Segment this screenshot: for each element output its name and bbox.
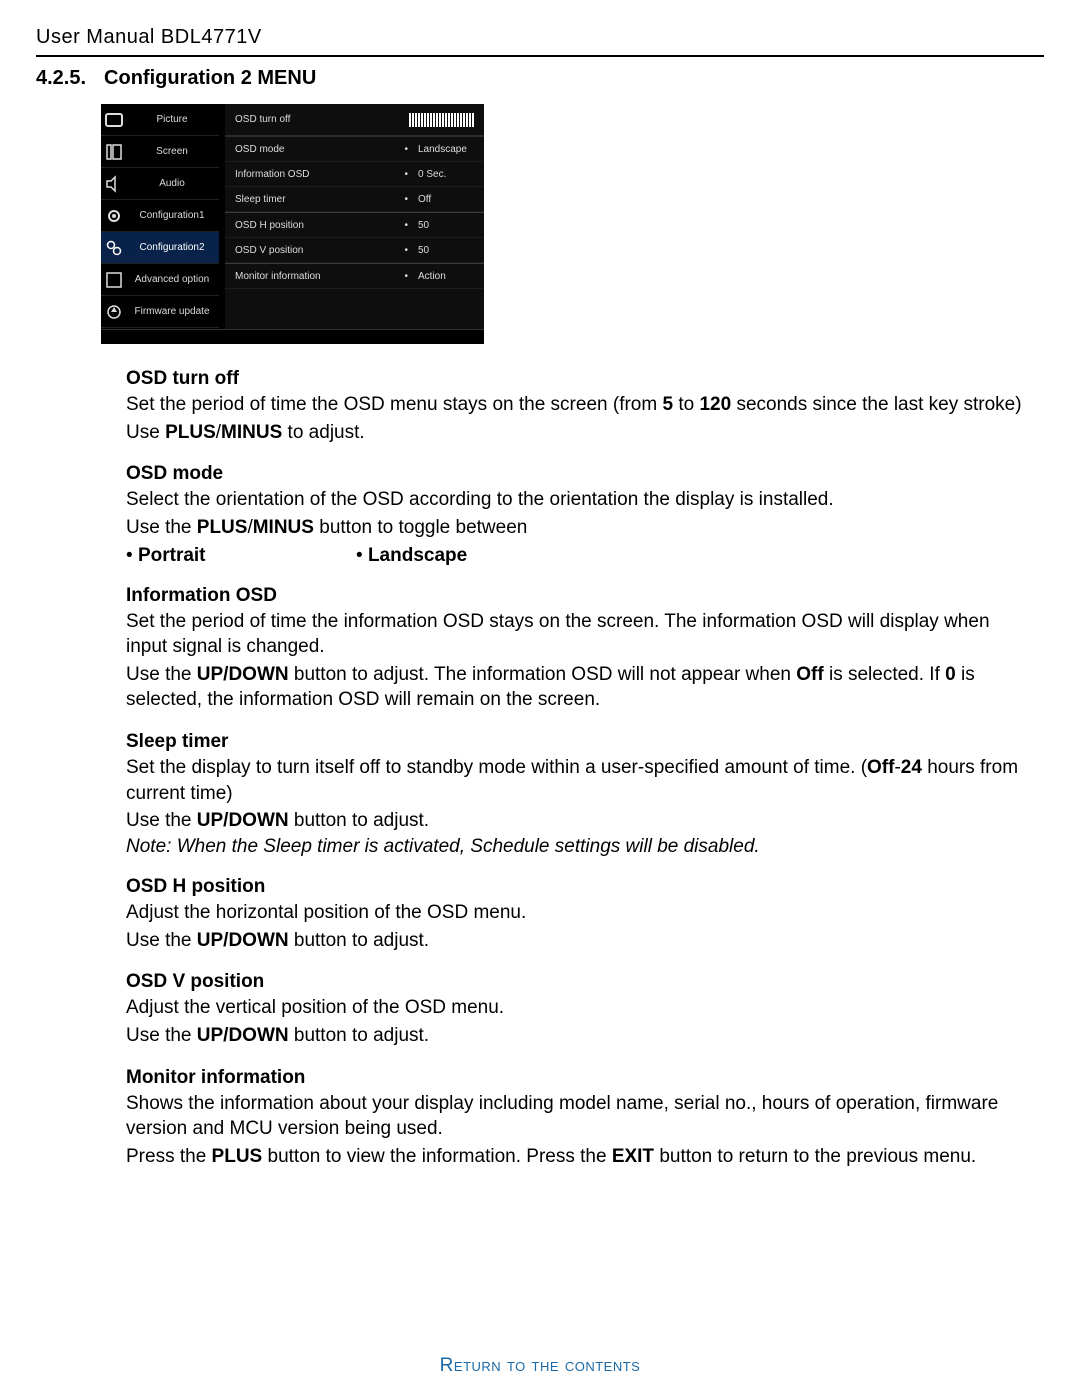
osd-row-key: Sleep timer [235, 194, 404, 205]
screen-icon [103, 141, 125, 163]
paragraph: Press the PLUS button to view the inform… [126, 1144, 1030, 1170]
bullet-icon: • [404, 169, 408, 180]
picture-icon [103, 109, 125, 131]
gears-icon [103, 237, 125, 259]
sidebar-item-label: Configuration1 [129, 210, 219, 221]
osd-footer-bar [101, 329, 484, 344]
bullet-icon: • [404, 220, 408, 231]
paragraph: Use the UP/DOWN button to adjust. [126, 1023, 1030, 1049]
paragraph: Set the period of time the information O… [126, 609, 1030, 660]
sidebar-item-screen: Screen [101, 136, 219, 168]
paragraph: Use the UP/DOWN button to adjust. The in… [126, 662, 1030, 713]
osd-row-sleep-timer: Sleep timer • Off [225, 187, 484, 212]
osd-sidebar: Picture Screen Audio [101, 104, 219, 329]
bullet-icon: • [404, 245, 408, 256]
sidebar-item-firmware: Firmware update [101, 296, 219, 328]
heading-monitor-information: Monitor information [126, 1067, 1030, 1089]
option-row: Portrait Landscape [126, 541, 1030, 567]
osd-row-value: Landscape [418, 144, 474, 155]
paragraph: Use the UP/DOWN button to adjust. [126, 928, 1030, 954]
heading-information-osd: Information OSD [126, 585, 1030, 607]
sidebar-item-audio: Audio [101, 168, 219, 200]
sidebar-item-advanced: Advanced option [101, 264, 219, 296]
osd-row-key: Monitor information [235, 271, 404, 282]
audio-icon [103, 173, 125, 195]
document-title: User Manual BDL4771V [36, 26, 1044, 49]
osd-main-panel: OSD turn off OSD mode • Landscape Inform… [225, 104, 484, 329]
paragraph: Adjust the horizontal position of the OS… [126, 900, 1030, 926]
sidebar-item-config2: Configuration2 [101, 232, 219, 264]
option-landscape: Landscape [356, 545, 586, 567]
osd-row-value: 50 [418, 220, 474, 231]
osd-row-value: 0 Sec. [418, 169, 474, 180]
section-number: 4.2.5. [36, 67, 86, 89]
sidebar-item-label: Audio [129, 178, 219, 189]
paragraph: Use PLUS/MINUS to adjust. [126, 420, 1030, 446]
page-footer: Return to the contents [0, 1355, 1080, 1377]
update-icon [103, 301, 125, 323]
paragraph: Set the display to turn itself off to st… [126, 755, 1030, 806]
paragraph: Use the UP/DOWN button to adjust. [126, 808, 1030, 834]
content-body: OSD turn off Set the period of time the … [36, 368, 1044, 1170]
sidebar-item-label: Firmware update [129, 306, 219, 317]
osd-slider [409, 113, 474, 127]
sidebar-item-label: Screen [129, 146, 219, 157]
heading-sleep-timer: Sleep timer [126, 731, 1030, 753]
osd-row-key: OSD H position [235, 220, 404, 231]
osd-header-label: OSD turn off [235, 114, 409, 125]
option-portrait: Portrait [126, 545, 356, 567]
paragraph: Use the PLUS/MINUS button to toggle betw… [126, 515, 1030, 541]
bullet-icon: • [404, 194, 408, 205]
heading-osd-mode: OSD mode [126, 463, 1030, 485]
osd-row-h-position: OSD H position • 50 [225, 212, 484, 238]
heading-osd-v-position: OSD V position [126, 971, 1030, 993]
heading-osd-h-position: OSD H position [126, 876, 1030, 898]
osd-row-value: Action [418, 271, 474, 282]
section-title-prefix: Configuration 2 [104, 67, 257, 89]
paragraph: Adjust the vertical position of the OSD … [126, 995, 1030, 1021]
section-title-menu: MENU [257, 67, 316, 89]
paragraph: Set the period of time the OSD menu stay… [126, 392, 1030, 418]
title-rule [36, 55, 1044, 57]
osd-header-row: OSD turn off [225, 104, 484, 137]
heading-osd-turn-off: OSD turn off [126, 368, 1030, 390]
osd-row-osd-mode: OSD mode • Landscape [225, 137, 484, 162]
osd-row-key: OSD V position [235, 245, 404, 256]
sidebar-item-picture: Picture [101, 104, 219, 136]
osd-row-monitor-info: Monitor information • Action [225, 263, 484, 289]
osd-row-value: Off [418, 194, 474, 205]
sidebar-item-label: Picture [129, 114, 219, 125]
paragraph: Select the orientation of the OSD accord… [126, 487, 1030, 513]
osd-row-key: Information OSD [235, 169, 404, 180]
section-heading: 4.2.5. Configuration 2 MENU [36, 67, 1044, 90]
advanced-icon [103, 269, 125, 291]
return-to-contents-link[interactable]: Return to the contents [440, 1355, 641, 1376]
sidebar-item-label: Configuration2 [129, 242, 219, 253]
sidebar-item-config1: Configuration1 [101, 200, 219, 232]
note-sleep-timer: Note: When the Sleep timer is activated,… [126, 836, 1030, 858]
osd-row-info-osd: Information OSD • 0 Sec. [225, 162, 484, 187]
sidebar-item-label: Advanced option [129, 274, 219, 285]
page: User Manual BDL4771V 4.2.5. Configuration… [0, 0, 1080, 1397]
osd-row-v-position: OSD V position • 50 [225, 238, 484, 263]
osd-body: Picture Screen Audio [101, 104, 484, 329]
osd-row-value: 50 [418, 245, 474, 256]
paragraph: Shows the information about your display… [126, 1091, 1030, 1142]
osd-screenshot: Picture Screen Audio [101, 104, 484, 344]
bullet-icon: • [404, 144, 408, 155]
osd-row-key: OSD mode [235, 144, 404, 155]
bullet-icon: • [404, 271, 408, 282]
gear-icon [103, 205, 125, 227]
